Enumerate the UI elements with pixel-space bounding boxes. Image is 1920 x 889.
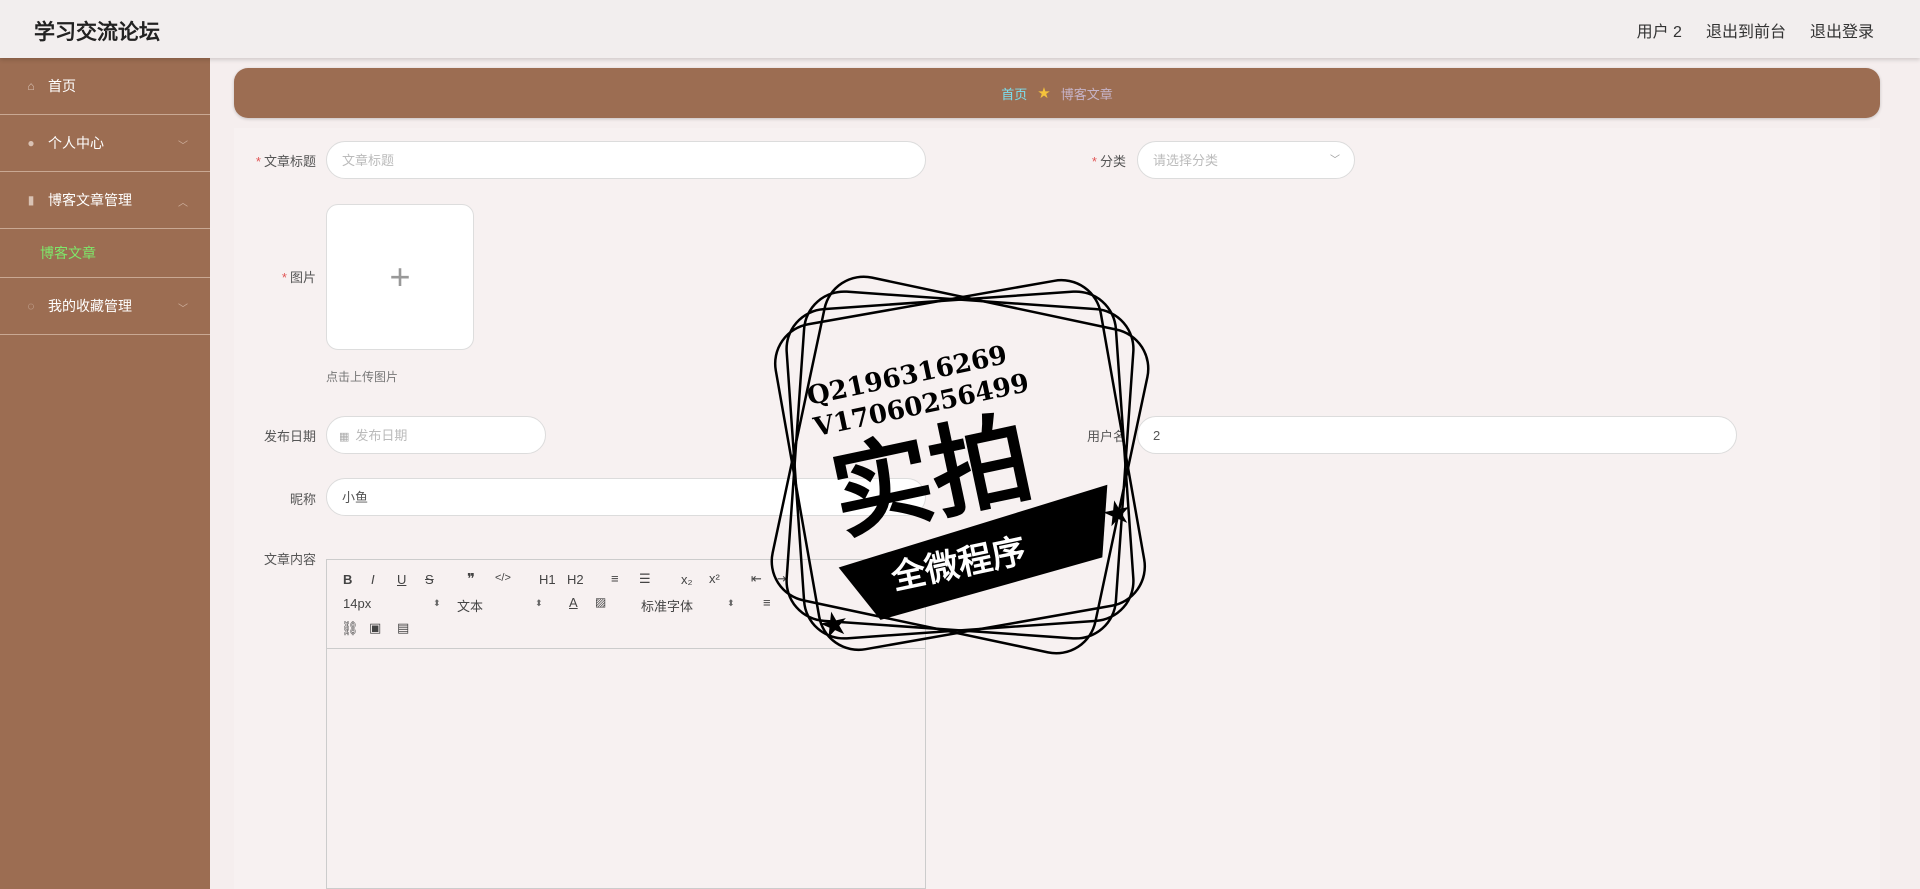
nickname-input[interactable]: 小鱼 [326,478,926,516]
sidebar-item-favorites-management[interactable]: ◌ 我的收藏管理 ﹀ [0,278,210,335]
updown-icon: ⬍ [727,598,735,608]
home-icon: ⌂ [27,79,35,93]
chevron-up-icon: ︿ [178,198,188,209]
sidebar-item-label: 博客文章管理 [48,192,132,208]
current-user[interactable]: 用户 2 [1637,18,1682,42]
image-label: * 图片 [281,270,316,285]
sidebar-item-home[interactable]: ⌂ 首页 [0,58,210,115]
sidebar-item-label: 首页 [48,78,76,94]
image-icon[interactable]: ▣ [369,620,381,636]
text-format-select[interactable]: 文本 ⬍ [457,596,543,615]
underline-button[interactable]: U [397,572,406,587]
sidebar-item-label: 个人中心 [48,135,104,151]
indent-button[interactable]: ⇥ [777,571,788,587]
font-size-select[interactable]: 14px ⬍ [343,596,441,611]
breadcrumb: 首页 ★ 博客文章 [234,68,1880,118]
rich-text-editor: B I U S ❞ </> H1 H2 ≡ ☰ x₂ x² ⇤ ⇥ 14px ⬍ … [326,559,926,889]
code-button[interactable]: </> [495,572,511,584]
chevron-down-icon: ﹀ [1330,155,1340,166]
h1-button[interactable]: H1 [539,572,556,587]
calendar-icon: ▦ [339,431,350,443]
star-icon: ★ [1037,85,1051,102]
chart-icon: ▮ [27,193,35,207]
header-links: 用户 2 退出到前台 退出登录 [1637,18,1874,42]
username-label: 用户名 [1086,429,1126,444]
editor-content-area[interactable] [327,649,925,889]
h2-button[interactable]: H2 [567,572,584,587]
subscript-button[interactable]: x₂ [681,572,693,587]
plus-icon: + [389,256,411,297]
power-icon: ◌ [27,299,35,313]
sidebar: ⌂ 首页 ● 个人中心 ﹀ ▮ 博客文章管理 ︿ 博客文章 ◌ 我的收藏管理 ﹀ [0,58,210,889]
category-select[interactable]: 请选择分类 ﹀ [1137,141,1355,179]
superscript-button[interactable]: x² [709,571,720,586]
font-color-icon[interactable]: A [569,595,578,610]
title-input[interactable]: 文章标题 [326,141,926,179]
align-icon[interactable]: ≡ [763,595,771,610]
breadcrumb-home[interactable]: 首页 [1001,84,1027,103]
date-label: 发布日期 [263,429,316,444]
sidebar-item-blog-management[interactable]: ▮ 博客文章管理 ︿ [0,172,210,229]
top-bar: 学习交流论坛 用户 2 退出到前台 退出登录 [0,0,1920,58]
content-label: 文章内容 [263,552,316,567]
bullet-list-button[interactable]: ☰ [639,571,651,587]
updown-icon: ⬍ [433,598,441,608]
breadcrumb-current: 博客文章 [1060,86,1113,102]
editor-toolbar: B I U S ❞ </> H1 H2 ≡ ☰ x₂ x² ⇤ ⇥ 14px ⬍ … [327,560,925,649]
nickname-label: 昵称 [289,492,316,507]
upload-tip: 点击上传图片 [326,370,399,384]
image-upload-button[interactable]: + [326,204,474,350]
logout-link[interactable]: 退出登录 [1810,18,1874,42]
italic-button[interactable]: I [371,572,375,587]
updown-icon: ⬍ [535,598,543,608]
user-icon: ● [27,136,35,150]
app-title: 学习交流论坛 [34,21,160,44]
font-family-select[interactable]: 标准字体 ⬍ [641,596,737,615]
sidebar-item-personal-center[interactable]: ● 个人中心 ﹀ [0,115,210,172]
link-icon[interactable]: ⛓ [341,620,359,637]
background-color-icon[interactable]: ▨ [595,595,606,609]
bold-button[interactable]: B [343,572,352,587]
title-label: * 文章标题 [255,154,316,169]
video-icon[interactable]: ▤ [397,620,409,636]
quote-button[interactable]: ❞ [467,570,475,588]
outdent-button[interactable]: ⇤ [751,571,762,587]
date-input[interactable]: ▦ 发布日期 [326,416,546,454]
category-label: * 分类 [1091,154,1126,169]
exit-to-front-link[interactable]: 退出到前台 [1706,18,1786,42]
sidebar-subitem-blog-article[interactable]: 博客文章 [0,229,210,278]
username-input[interactable]: 2 [1137,416,1737,454]
ordered-list-button[interactable]: ≡ [611,571,619,586]
chevron-down-icon: ﹀ [178,141,188,152]
strikethrough-button[interactable]: S [425,572,434,587]
sidebar-item-label: 我的收藏管理 [48,298,132,314]
chevron-down-icon: ﹀ [178,304,188,315]
